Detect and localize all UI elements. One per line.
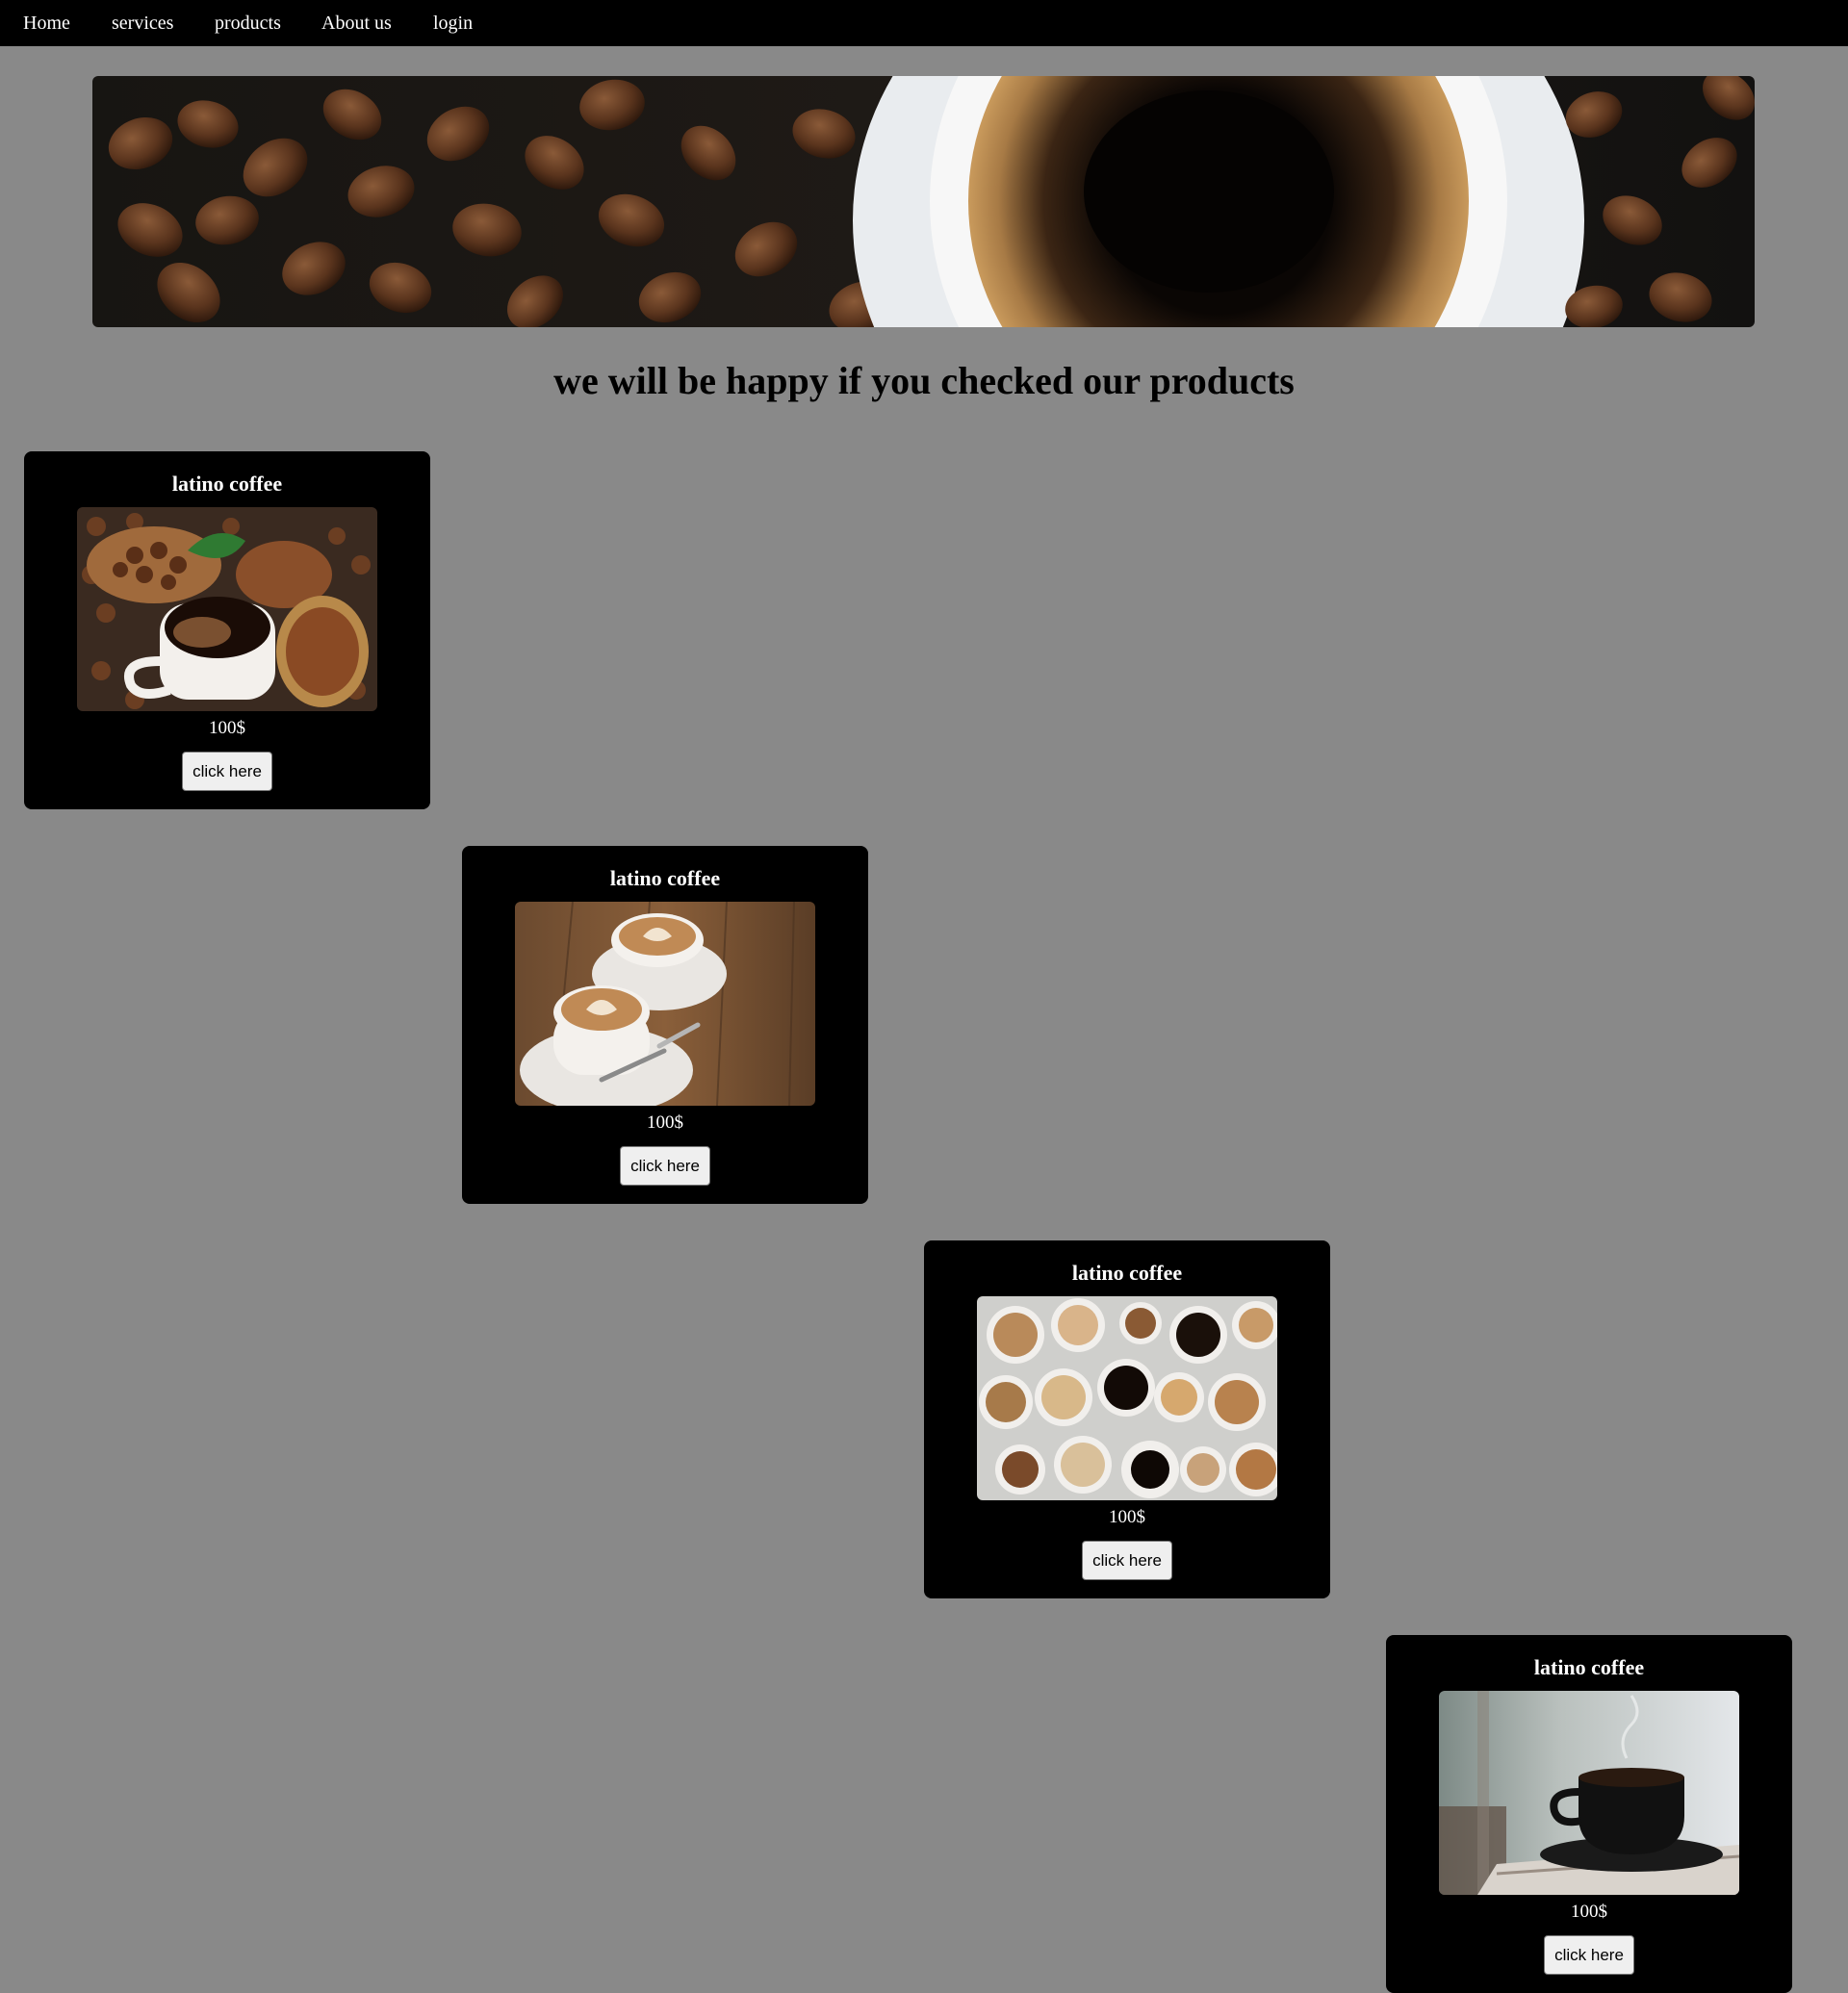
product-title: latino coffee	[1071, 1261, 1183, 1285]
click-here-button[interactable]: click here	[620, 1146, 710, 1186]
click-here-button[interactable]: click here	[1082, 1541, 1172, 1580]
nav-services-link[interactable]: services	[112, 12, 173, 35]
top-navbar: Home services products About us login	[0, 0, 1848, 46]
nav-products-link[interactable]: products	[215, 12, 281, 35]
product-card: latino coffee 100$ click here	[1386, 1635, 1792, 1993]
cappuccino-cups-image	[515, 902, 815, 1106]
product-card: latino coffee 100$ click here	[24, 451, 430, 809]
product-price: 100$	[1571, 1902, 1607, 1922]
product-image	[77, 507, 377, 711]
product-image	[977, 1296, 1277, 1500]
product-title: latino coffee	[171, 472, 283, 496]
product-title: latino coffee	[1533, 1655, 1645, 1679]
product-price: 100$	[647, 1112, 683, 1133]
nav-login-link[interactable]: login	[433, 12, 473, 35]
black-coffee-cup-image	[1439, 1691, 1739, 1895]
product-image	[1439, 1691, 1739, 1895]
product-title: latino coffee	[609, 866, 721, 890]
nav-home-link[interactable]: Home	[23, 12, 70, 35]
product-image	[515, 902, 815, 1106]
coffee-banner-image	[92, 76, 1755, 327]
product-card: latino coffee 100$ click here	[924, 1240, 1330, 1598]
click-here-button[interactable]: click here	[182, 752, 272, 791]
product-price: 100$	[1109, 1507, 1145, 1527]
coffee-cup-with-beans-image	[77, 507, 377, 711]
product-price: 100$	[209, 718, 245, 738]
click-here-button[interactable]: click here	[1544, 1935, 1634, 1975]
hero-banner	[92, 76, 1755, 327]
assorted-coffee-cups-image	[977, 1296, 1277, 1500]
page-headline: we will be happy if you checked our prod…	[553, 359, 1295, 402]
nav-about-us-link[interactable]: About us	[321, 12, 392, 35]
product-card: latino coffee 100$ click here	[462, 846, 868, 1204]
